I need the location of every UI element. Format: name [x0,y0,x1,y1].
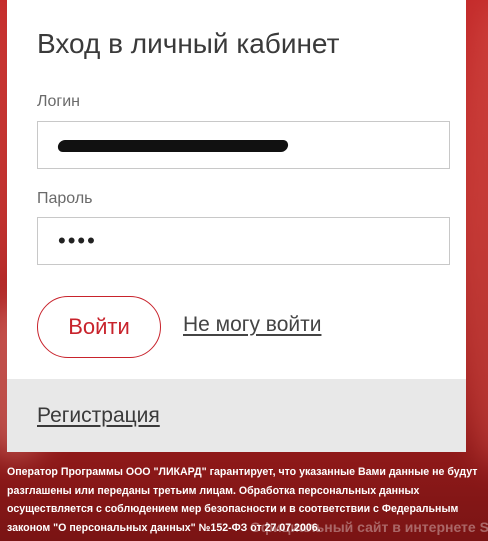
password-field[interactable]: •••• [37,217,450,265]
registration-band: Регистрация [7,379,466,452]
watermark: Официальный сайт в интернете Siteofficia… [250,519,488,535]
login-value-redacted [56,140,290,152]
login-label: Логин [37,93,81,110]
page-title: Вход в личный кабинет [37,28,340,59]
login-card: Вход в личный кабинет Логин Пароль •••• … [7,0,466,452]
login-field[interactable] [37,121,450,169]
cant-login-link[interactable]: Не могу войти [183,313,321,337]
password-label: Пароль [37,190,93,207]
submit-button[interactable]: Войти [37,296,161,358]
registration-link[interactable]: Регистрация [37,404,160,428]
password-value: •••• [58,228,97,253]
